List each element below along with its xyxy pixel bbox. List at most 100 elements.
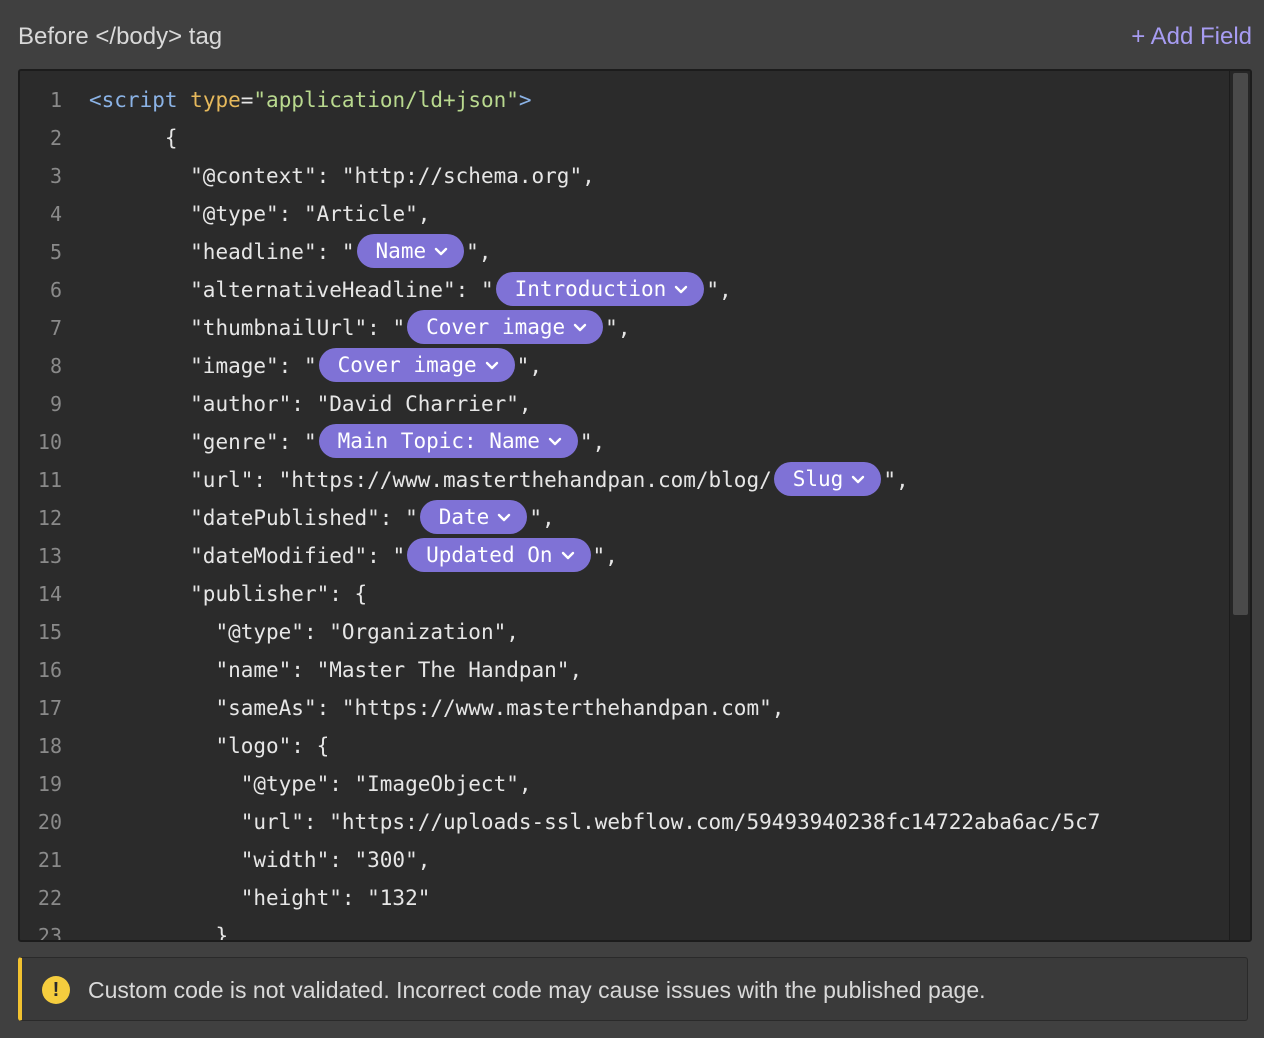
code-text: <script type="application/ld+json">: [89, 81, 532, 119]
code-text: "url": "https://www.masterthehandpan.com…: [89, 461, 909, 499]
code-line[interactable]: 7 "thumbnailUrl": " Cover image ",: [20, 309, 1229, 347]
code-token: "logo": {: [215, 734, 330, 758]
code-token: "url": "https://www.masterthehandpan.com…: [190, 468, 772, 492]
code-token: "width": "300",: [240, 848, 431, 872]
code-line[interactable]: 21 "width": "300",: [20, 841, 1229, 879]
field-binding-pill[interactable]: Cover image: [318, 347, 515, 382]
code-text: "@type": "Article",: [89, 195, 430, 233]
line-number: 15: [37, 620, 62, 644]
warning-icon: !: [42, 976, 70, 1004]
chevron-down-icon: [485, 347, 499, 381]
code-line[interactable]: 3 "@context": "http://schema.org",: [20, 157, 1229, 195]
code-token: }: [215, 924, 229, 942]
code-token: ",: [466, 240, 492, 264]
code-token: ",: [516, 354, 542, 378]
code-line[interactable]: 13 "dateModified": " Updated On ",: [20, 537, 1229, 575]
code-line[interactable]: 5 "headline": " Name ",: [20, 233, 1229, 271]
code-text: "sameAs": "https://www.masterthehandpan.…: [89, 689, 784, 727]
pill-label: Slug: [792, 467, 844, 491]
code-line[interactable]: 2 {: [20, 119, 1229, 157]
field-binding-pill[interactable]: Name: [356, 233, 465, 268]
line-number: 8: [49, 354, 62, 378]
code-text: "publisher": {: [89, 575, 367, 613]
code-token: "@type": "Article",: [190, 202, 431, 226]
code-text: "alternativeHeadline": " Introduction ",: [89, 271, 732, 309]
line-number: 4: [49, 202, 62, 226]
code-token-attr: type: [190, 88, 241, 112]
add-field-button[interactable]: + Add Field: [1131, 21, 1252, 53]
chevron-down-icon: [851, 461, 865, 495]
field-binding-pill[interactable]: Introduction: [495, 271, 705, 306]
line-number: 13: [37, 544, 62, 568]
code-text: "width": "300",: [89, 841, 431, 879]
line-number: 16: [37, 658, 62, 682]
field-binding-pill[interactable]: Main Topic: Name: [318, 423, 578, 458]
code-line[interactable]: 14 "publisher": {: [20, 575, 1229, 613]
scrollbar-thumb[interactable]: [1233, 73, 1248, 615]
code-editor[interactable]: 1 <script type="application/ld+json"> 2 {3…: [18, 69, 1252, 942]
code-line[interactable]: 22 "height": "132": [20, 879, 1229, 917]
pill-label: Date: [438, 505, 490, 529]
code-line[interactable]: 23 }: [20, 917, 1229, 942]
code-line[interactable]: 9 "author": "David Charrier",: [20, 385, 1229, 423]
line-number: 10: [37, 430, 62, 454]
code-token: "sameAs": "https://www.masterthehandpan.…: [215, 696, 785, 720]
code-line[interactable]: 17 "sameAs": "https://www.masterthehandp…: [20, 689, 1229, 727]
code-token: "image": ": [190, 354, 317, 378]
code-line[interactable]: 19 "@type": "ImageObject",: [20, 765, 1229, 803]
code-line[interactable]: 4 "@type": "Article",: [20, 195, 1229, 233]
code-line[interactable]: 20 "url": "https://uploads-ssl.webflow.c…: [20, 803, 1229, 841]
pill-label: Main Topic: Name: [337, 429, 540, 453]
code-text: "genre": " Main Topic: Name ",: [89, 423, 605, 461]
line-number: 1: [49, 88, 62, 112]
code-token: "@context": "http://schema.org",: [190, 164, 595, 188]
line-number: 20: [37, 810, 62, 834]
code-line[interactable]: 16 "name": "Master The Handpan",: [20, 651, 1229, 689]
field-binding-pill[interactable]: Cover image: [407, 310, 604, 344]
code-token: ",: [579, 430, 606, 454]
chevron-down-icon: [548, 423, 562, 457]
code-token: "datePublished": ": [190, 506, 418, 530]
field-binding-pill[interactable]: Slug: [773, 461, 882, 496]
code-text: }: [89, 917, 229, 942]
chevron-down-icon: [434, 233, 448, 267]
code-line[interactable]: 8 "image": " Cover image ",: [20, 347, 1229, 385]
line-number: 12: [37, 506, 62, 530]
pill-label: Introduction: [514, 277, 667, 301]
pill-label: Cover image: [426, 315, 566, 339]
field-title: Before </body> tag: [18, 23, 223, 50]
code-token: ",: [592, 544, 618, 568]
code-text: "thumbnailUrl": " Cover image ",: [89, 309, 630, 347]
chevron-down-icon: [674, 271, 688, 305]
field-binding-pill[interactable]: Updated On: [407, 538, 591, 572]
code-line[interactable]: 15 "@type": "Organization",: [20, 613, 1229, 651]
code-line[interactable]: 12 "datePublished": " Date ",: [20, 499, 1229, 537]
code-line[interactable]: 10 "genre": " Main Topic: Name ",: [20, 423, 1229, 461]
code-token: "url": "https://uploads-ssl.webflow.com/…: [240, 810, 1101, 834]
code-line[interactable]: 18 "logo": {: [20, 727, 1229, 765]
code-token: =: [240, 88, 254, 112]
line-number: 3: [49, 164, 62, 188]
editor-scrollbar[interactable]: [1229, 71, 1250, 940]
code-token-tag: >: [518, 88, 532, 112]
line-number: 22: [37, 886, 62, 910]
code-token: "name": "Master The Handpan",: [215, 658, 583, 682]
code-line[interactable]: 6 "alternativeHeadline": " Introduction ",: [20, 271, 1229, 309]
code-token-str: "application/ld+json": [253, 88, 519, 112]
pill-label: Name: [375, 239, 427, 263]
code-line[interactable]: 11 "url": "https://www.masterthehandpan.…: [20, 461, 1229, 499]
field-binding-pill[interactable]: Date: [419, 500, 528, 534]
code-line[interactable]: 1 <script type="application/ld+json">: [20, 81, 1229, 119]
